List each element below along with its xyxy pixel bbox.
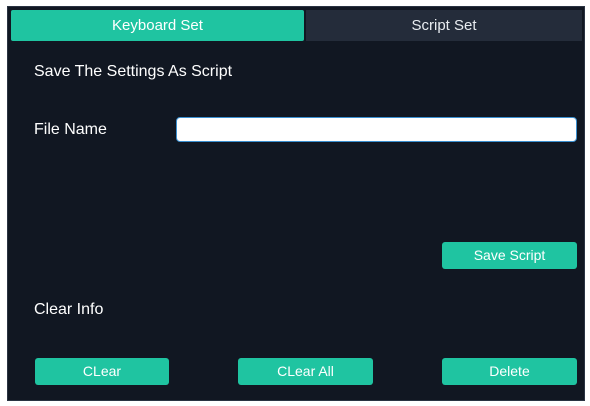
clear-button[interactable]: CLear [35,358,169,385]
tab-script-set[interactable]: Script Set [306,10,582,41]
clear-info-heading: Clear Info [34,301,104,318]
save-script-button[interactable]: Save Script [442,242,577,269]
clear-all-button[interactable]: CLear All [238,358,373,385]
tab-keyboard-set[interactable]: Keyboard Set [11,10,304,41]
delete-button[interactable]: Delete [442,358,577,385]
file-name-label: File Name [34,121,107,138]
script-settings-panel: Keyboard Set Script Set Save The Setting… [7,6,585,401]
file-name-input[interactable] [176,117,577,142]
save-settings-heading: Save The Settings As Script [34,63,233,80]
